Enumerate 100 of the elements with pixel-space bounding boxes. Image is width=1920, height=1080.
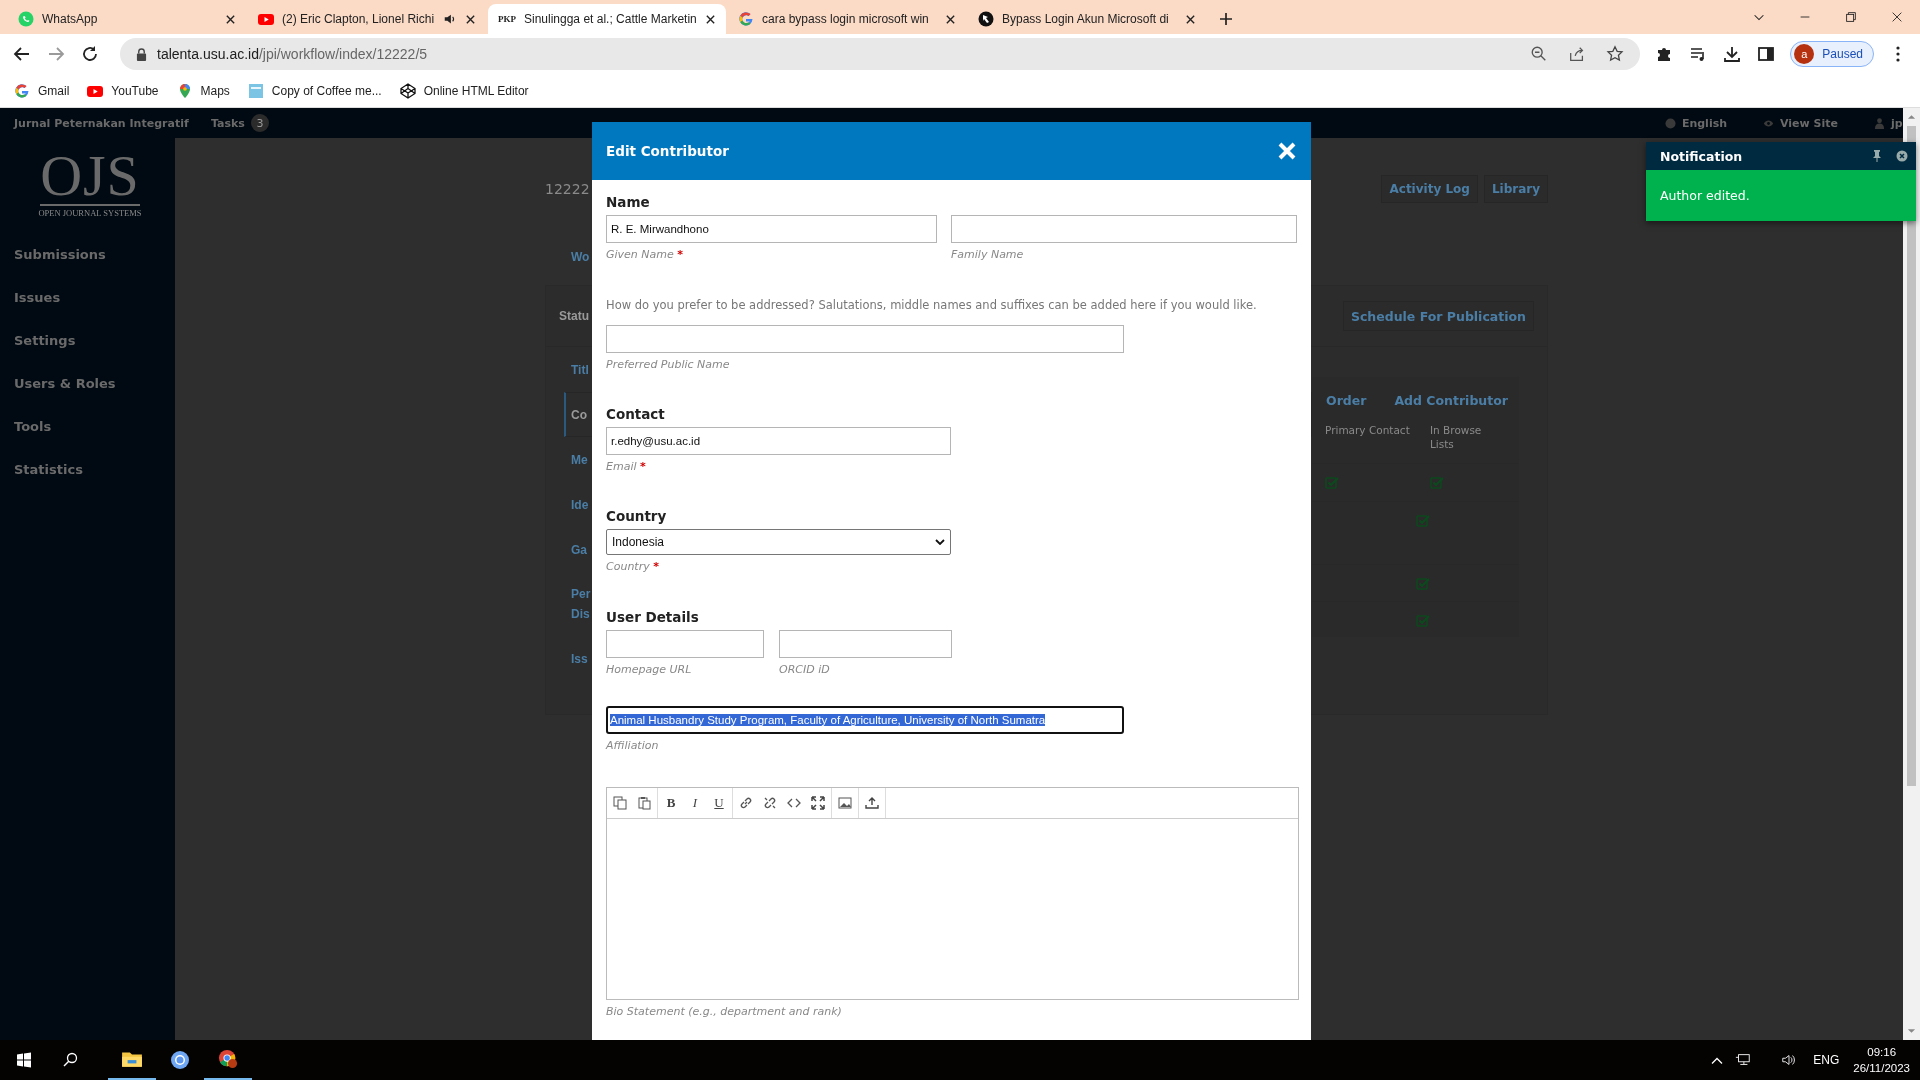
browser-icon[interactable] xyxy=(169,1050,191,1070)
star-icon[interactable] xyxy=(1606,45,1625,63)
section-heading: User Details xyxy=(606,609,699,626)
input-field[interactable] xyxy=(951,215,1297,243)
chevron-down-icon xyxy=(935,539,945,545)
field-label: Given Name * xyxy=(606,247,685,262)
chat-bubble-icon xyxy=(18,11,34,27)
language-link[interactable]: English xyxy=(1681,116,1728,130)
network-icon[interactable] xyxy=(1735,1052,1752,1068)
user-link[interactable]: jp xyxy=(1891,116,1903,130)
speaker-icon[interactable] xyxy=(443,12,457,26)
field-label: Homepage URL xyxy=(606,662,693,677)
copy-icon[interactable] xyxy=(613,796,627,810)
scroll-down-icon[interactable] xyxy=(1907,1028,1916,1034)
image-icon[interactable] xyxy=(838,796,852,810)
sidebar-link[interactable]: Submissions xyxy=(14,233,106,276)
upload-icon[interactable] xyxy=(865,796,879,810)
plus-icon[interactable] xyxy=(1218,11,1234,27)
close-icon[interactable] xyxy=(945,13,956,25)
field-label: Country * xyxy=(606,559,660,574)
close-icon[interactable] xyxy=(1185,13,1196,25)
close-icon[interactable] xyxy=(1890,10,1904,24)
browser-icon[interactable] xyxy=(217,1049,239,1069)
column-header: Primary Contact xyxy=(1325,423,1411,438)
browser-tab[interactable]: (2) Eric Clapton, Lionel Richi xyxy=(248,4,486,34)
input-field[interactable] xyxy=(606,630,764,658)
browser-tab[interactable]: PKP Sinulingga et al.; Cattle Marketin xyxy=(488,4,726,34)
close-icon[interactable] xyxy=(1896,150,1908,162)
url-text: talenta.usu.ac.id/jpi/workflow/index/12222/5 xyxy=(157,46,428,62)
rich-text-editor[interactable]: B I U xyxy=(606,787,1299,1000)
sidebar-link[interactable]: Settings xyxy=(14,319,76,362)
sidebar-link[interactable]: Statistics xyxy=(14,448,83,491)
sidebar-link[interactable]: Users & Roles xyxy=(14,362,116,405)
page-icon xyxy=(247,82,264,99)
bookmark[interactable]: Gmail xyxy=(14,82,70,99)
bookmark[interactable]: YouTube xyxy=(87,82,159,99)
scroll-up-icon[interactable] xyxy=(1907,114,1916,120)
chevron-up-icon[interactable] xyxy=(1711,1055,1724,1065)
field-label: Affiliation xyxy=(606,738,660,753)
address-bar[interactable]: talenta.usu.ac.id/jpi/workflow/index/12222/5 xyxy=(120,38,1641,70)
field-label: Family Name xyxy=(951,247,1025,262)
browser-tab[interactable]: cara bypass login microsoft win xyxy=(728,4,966,34)
close-icon[interactable] xyxy=(705,13,716,25)
field-label: Bio Statement (e.g., department and rank) xyxy=(606,1004,842,1019)
section-heading: Contact xyxy=(606,406,665,423)
bookmark[interactable]: Online HTML Editor xyxy=(399,82,529,99)
sidebar-link[interactable]: Tools xyxy=(14,405,52,448)
link-icon[interactable] xyxy=(739,796,753,810)
reload-icon[interactable] xyxy=(80,44,100,64)
input-field[interactable] xyxy=(606,325,1124,353)
view-site-link[interactable]: View Site xyxy=(1780,116,1838,130)
dialog-title: Edit Contributor xyxy=(606,143,729,159)
country-dropdown[interactable]: Indonesia xyxy=(606,529,951,555)
notification-title: Notification xyxy=(1660,148,1743,164)
field-label: ORCID iD xyxy=(779,662,831,677)
search-icon[interactable] xyxy=(62,1052,78,1068)
status-label: Statu xyxy=(559,309,589,323)
folder-icon[interactable] xyxy=(121,1049,143,1069)
section-heading: Name xyxy=(606,194,650,211)
paste-icon[interactable] xyxy=(637,796,651,810)
help-text: How do you prefer to be addressed? Salutations, middle names and suffixes can be added here if you would like. xyxy=(606,298,1257,313)
play-icon xyxy=(258,11,274,27)
format-button[interactable]: I xyxy=(688,795,702,811)
cube-icon xyxy=(399,82,416,99)
input-field[interactable]: Animal Husbandry Study Program, Faculty of Agriculture, University of North Sumatra xyxy=(606,706,1124,734)
field-label: Preferred Public Name xyxy=(606,357,731,372)
close-icon[interactable] xyxy=(225,13,236,25)
language-indicator[interactable]: ENG xyxy=(1813,1053,1840,1067)
bookmark[interactable]: Copy of Coffee me... xyxy=(247,82,382,99)
logo[interactable]: OJS OPEN JOURNAL SYSTEMS xyxy=(30,148,150,218)
format-button[interactable]: B xyxy=(664,795,678,811)
browser-tab[interactable]: WhatsApp xyxy=(8,4,246,34)
journal-link[interactable]: Jurnal Peternakan Integratif xyxy=(14,116,211,130)
input-field[interactable]: R. E. Mirwandhono xyxy=(606,215,937,243)
profile-button[interactable]: a Paused xyxy=(1790,41,1874,67)
scrollbar[interactable] xyxy=(1903,108,1920,1040)
windows-icon[interactable] xyxy=(16,1052,32,1068)
unlink-icon[interactable] xyxy=(763,796,777,810)
site-icon: PKP xyxy=(498,14,516,24)
bookmark[interactable]: Maps xyxy=(176,82,230,99)
sidebar-link[interactable]: Issues xyxy=(14,276,61,319)
restore-icon[interactable] xyxy=(1844,10,1858,24)
speaker-icon[interactable] xyxy=(1781,1052,1798,1068)
globe-icon xyxy=(1664,117,1676,129)
section-heading: Country xyxy=(606,508,667,525)
clock[interactable]: 09:16 26/11/2023 xyxy=(1853,1044,1920,1076)
g-ring-icon xyxy=(14,82,30,99)
input-field[interactable] xyxy=(779,630,952,658)
input-field[interactable]: r.edhy@usu.ac.id xyxy=(606,427,951,455)
close-icon[interactable] xyxy=(465,13,476,25)
fullscreen-icon[interactable] xyxy=(811,796,825,810)
format-button[interactable]: U xyxy=(712,795,726,811)
download-icon[interactable] xyxy=(1722,44,1743,64)
code-icon[interactable] xyxy=(787,796,801,810)
field-label: Email * xyxy=(606,459,647,474)
tasks-link[interactable]: Tasks 3 xyxy=(211,114,269,132)
browser-tab[interactable]: Bypass Login Akun Microsoft di xyxy=(968,4,1206,34)
notification-message: Author edited. xyxy=(1660,188,1750,203)
side-panel-icon[interactable] xyxy=(1756,44,1777,64)
pin-icon[interactable] xyxy=(1872,150,1882,162)
